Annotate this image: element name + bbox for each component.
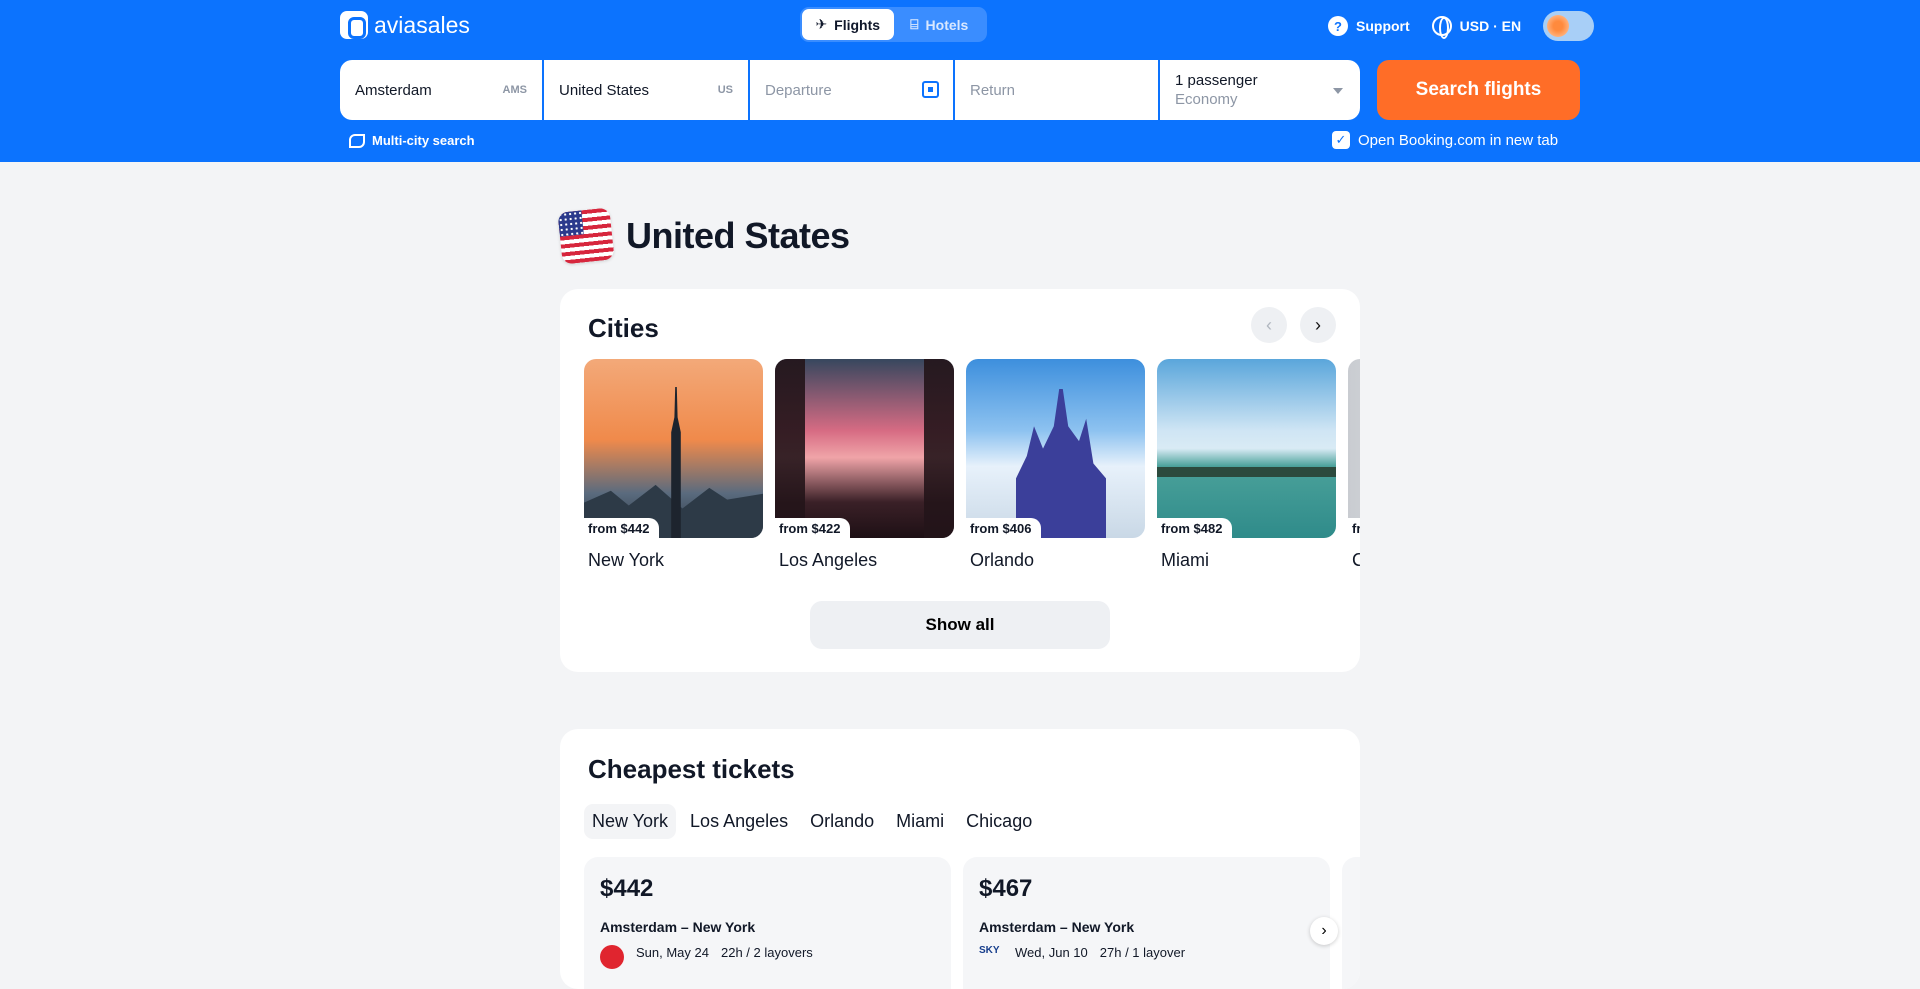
aviasales-logo-icon (340, 11, 368, 39)
city-name: Los Angeles (779, 550, 878, 570)
route-icon (349, 133, 365, 148)
ticket-duration: 22h / 2 layovers (721, 945, 813, 960)
return-field[interactable]: Return (955, 60, 1158, 120)
header-actions: ? Support USD · EN (1328, 11, 1595, 41)
chevron-left-icon: ‹ (1266, 314, 1272, 335)
city-image (1348, 359, 1360, 538)
cities-card: Cities ‹ › from $442 New York from $422 … (560, 289, 1360, 672)
tab-flights[interactable]: ✈ Flights (802, 9, 894, 40)
cheapest-tickets-card: Cheapest tickets New York Los Angeles Or… (560, 729, 1360, 989)
locale-selector[interactable]: USD · EN (1431, 16, 1521, 39)
multi-city-link[interactable]: Multi-city search (349, 133, 475, 148)
plane-icon: ✈ (815, 16, 828, 32)
cities-next-button[interactable]: › (1300, 307, 1336, 343)
price-badge: from $442 (584, 518, 660, 538)
city-card[interactable]: from $482 Miami (1157, 359, 1336, 571)
city-image (584, 359, 763, 538)
price-badge: from $406 (966, 518, 1042, 538)
price-badge: from $422 (775, 518, 851, 538)
airline-logo-icon (600, 945, 624, 969)
search-flights-button[interactable]: Search flights (1377, 60, 1580, 120)
tab-new-york[interactable]: New York (584, 804, 677, 839)
city-card[interactable]: from $406 Orlando (966, 359, 1145, 571)
tickets-title: Cheapest tickets (588, 754, 795, 784)
destination-tabs: New York Los Angeles Orlando Miami Chica… (584, 804, 1040, 839)
city-card[interactable]: fr C (1348, 359, 1360, 571)
us-flag-icon (557, 207, 615, 265)
theme-toggle[interactable] (1543, 11, 1595, 41)
city-image (1157, 359, 1336, 538)
show-all-button[interactable]: Show all (810, 601, 1110, 649)
city-name: C (1352, 550, 1360, 570)
departure-field[interactable]: Departure (750, 60, 953, 120)
ticket-date: Sun, May 24 (636, 945, 709, 960)
chevron-down-icon (1333, 88, 1343, 94)
tab-los-angeles[interactable]: Los Angeles (682, 804, 796, 839)
city-image (775, 359, 954, 538)
tab-miami[interactable]: Miami (888, 804, 952, 839)
open-booking-checkbox[interactable]: ✓ Open Booking.com in new tab (1332, 131, 1558, 149)
tab-chicago[interactable]: Chicago (958, 804, 1040, 839)
checkmark-icon: ✓ (1332, 131, 1350, 149)
mode-toggle: ✈ Flights ⌸ Hotels (800, 7, 987, 42)
ticket-price: $442 (600, 875, 654, 902)
city-card[interactable]: from $422 Los Angeles (775, 359, 954, 571)
support-link[interactable]: ? Support (1328, 16, 1410, 36)
origin-field[interactable]: Amsterdam AMS (340, 60, 542, 120)
chevron-right-icon: › (1321, 922, 1327, 939)
tab-hotels[interactable]: ⌸ Hotels (894, 9, 986, 40)
bed-icon: ⌸ (910, 16, 919, 32)
ticket-route: Amsterdam – New York (979, 919, 1135, 935)
destination-field[interactable]: United States US (544, 60, 748, 120)
globe-icon (1431, 16, 1452, 39)
ticket-route: Amsterdam – New York (600, 919, 756, 935)
passengers-field[interactable]: 1 passenger Economy (1160, 60, 1360, 120)
price-badge: from $482 (1157, 518, 1233, 538)
ticket-price: $467 (979, 875, 1033, 902)
cities-prev-button[interactable]: ‹ (1251, 307, 1287, 343)
ticket-card[interactable]: $467 Amsterdam – New York SKY Wed, Jun 1… (963, 857, 1330, 989)
cities-carousel: from $442 New York from $422 Los Angeles… (584, 359, 1360, 571)
page-title: United States (626, 215, 850, 256)
header: aviasales ✈ Flights ⌸ Hotels ? Support U… (0, 0, 1920, 162)
city-image (966, 359, 1145, 538)
country-heading: United States (557, 207, 850, 265)
brand-name: aviasales (374, 11, 470, 38)
ticket-card[interactable]: $442 Amsterdam – New York Sun, May 24 22… (584, 857, 951, 989)
cities-title: Cities (588, 313, 659, 343)
tab-orlando[interactable]: Orlando (802, 804, 882, 839)
chevron-right-icon: › (1315, 314, 1321, 335)
tickets-carousel: $442 Amsterdam – New York Sun, May 24 22… (584, 857, 1360, 989)
city-card[interactable]: from $442 New York (584, 359, 763, 571)
calendar-icon (922, 81, 939, 98)
help-icon: ? (1328, 16, 1348, 36)
price-badge: fr (1348, 518, 1360, 538)
city-name: Orlando (970, 550, 1035, 570)
city-name: Miami (1161, 550, 1209, 570)
ticket-card[interactable] (1342, 857, 1360, 989)
brand-logo[interactable]: aviasales (340, 11, 470, 39)
city-name: New York (588, 550, 665, 570)
tickets-next-button[interactable]: › (1310, 917, 1338, 945)
